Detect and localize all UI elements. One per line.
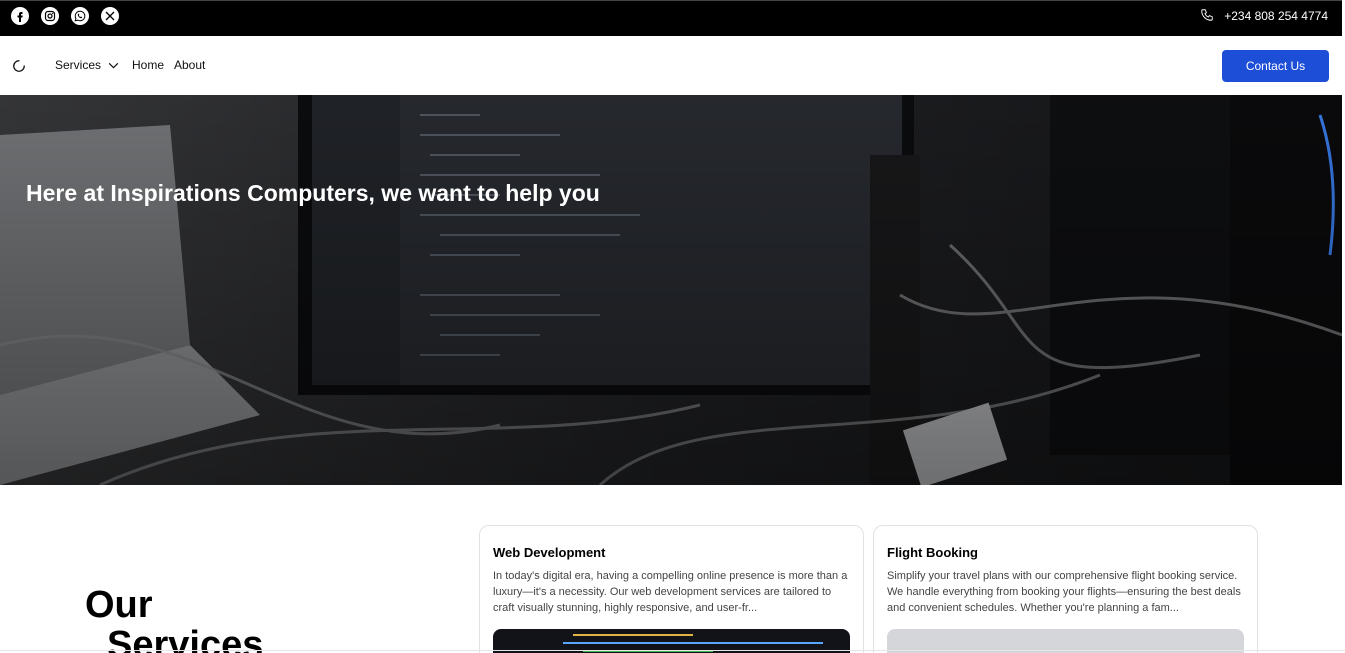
service-card-web-development[interactable]: Web Development In today's digital era, …: [479, 525, 864, 653]
contact-us-button[interactable]: Contact Us: [1222, 50, 1329, 82]
hero-section: Here at Inspirations Computers, we want …: [0, 95, 1342, 485]
service-card-title: Web Development: [493, 545, 606, 560]
top-bar: +234 808 254 4774: [0, 0, 1342, 36]
nav-home[interactable]: Home: [132, 58, 164, 72]
nav-services-label: Services: [55, 58, 102, 72]
service-card-flight-booking[interactable]: Flight Booking Simplify your travel plan…: [873, 525, 1258, 653]
service-card-text: In today's digital era, having a compell…: [493, 570, 848, 614]
nav-home-label: Home: [132, 58, 165, 72]
phone-contact[interactable]: +234 808 254 4774: [1200, 7, 1328, 25]
nav-about-label: About: [174, 58, 206, 72]
main-navbar: Services Home About Contact Us: [0, 36, 1342, 95]
instagram-icon[interactable]: [41, 7, 59, 25]
whatsapp-icon[interactable]: [71, 7, 89, 25]
hero-background-image: [0, 95, 1342, 485]
phone-icon: [1200, 8, 1214, 25]
nav-about[interactable]: About: [174, 58, 205, 72]
divider: [0, 650, 1345, 651]
phone-number: +234 808 254 4774: [1224, 9, 1328, 23]
facebook-icon[interactable]: [11, 7, 29, 25]
service-card-title: Flight Booking: [887, 545, 978, 560]
services-heading-line2: Services: [107, 624, 264, 653]
service-card-text: Simplify your travel plans with our comp…: [887, 570, 1241, 614]
chevron-down-icon: [108, 62, 119, 69]
loading-spinner-icon: [13, 60, 25, 72]
x-icon[interactable]: [101, 7, 119, 25]
nav-services[interactable]: Services: [55, 58, 120, 72]
hero-title: Here at Inspirations Computers, we want …: [26, 180, 600, 206]
services-heading-line1: Our: [85, 584, 153, 626]
services-heading: Our Services: [85, 585, 263, 653]
